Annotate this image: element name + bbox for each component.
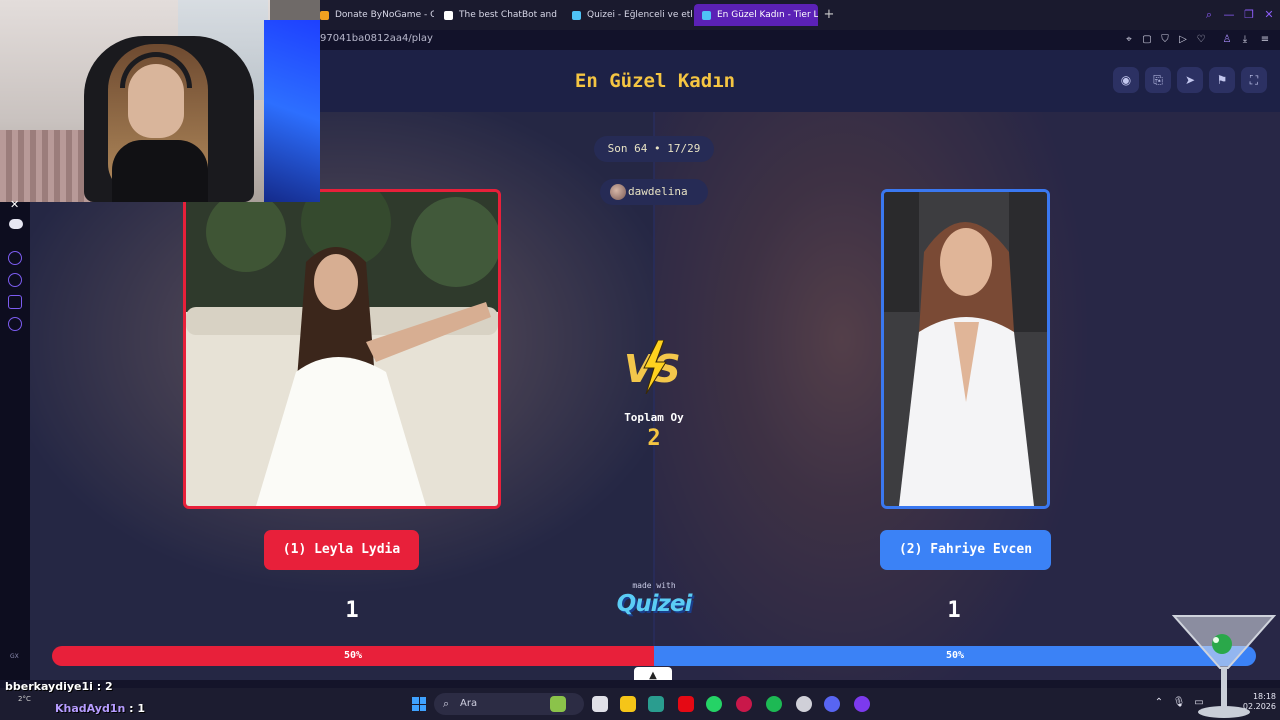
tab-label: En Güzel Kadın - Tier List, (717, 10, 818, 20)
tab-label: The best ChatBot and Wi (459, 10, 560, 20)
heart-icon[interactable]: ♡ (1194, 33, 1208, 47)
total-votes-label: Toplam Oy (624, 411, 684, 424)
martini-glass-icon (1172, 615, 1276, 718)
right-candidate-image[interactable] (881, 189, 1050, 509)
tab-label: Quizei - Eğlenceli ve etkile (587, 10, 692, 20)
quizei-favicon-icon (702, 10, 711, 20)
made-with-label: made with (632, 581, 676, 590)
vs-emblem-icon: VS (624, 340, 681, 394)
creator-avatar (610, 184, 626, 200)
creator-badge[interactable]: dawdelina (600, 179, 708, 205)
chat-line: bberkaydiye1i : 2 (5, 680, 113, 693)
player-sidebar-icon[interactable] (8, 251, 22, 265)
url-field[interactable]: 97041ba0812aa4/play (320, 33, 433, 44)
creator-name: dawdelina (628, 185, 688, 198)
whatsapp-icon[interactable] (706, 696, 722, 712)
browser-tab[interactable]: Quizei - Eğlenceli ve etkile (564, 4, 692, 26)
chat-value: : 2 (96, 680, 113, 693)
overlay-close-icon[interactable]: ✕ (10, 198, 19, 211)
chat-value: : 1 (129, 702, 146, 715)
scroll-up-button[interactable]: ▲ (634, 667, 672, 680)
settings-sidebar-icon[interactable] (8, 317, 22, 331)
vote-right-button[interactable]: (2) Fahriye Evcen (880, 530, 1051, 570)
store-icon[interactable] (648, 696, 664, 712)
eye-icon[interactable]: ◉ (1113, 67, 1139, 93)
new-tab-button[interactable]: + (822, 8, 836, 22)
left-share-fill: 50% (52, 646, 654, 666)
browser-tab-active[interactable]: En Güzel Kadın - Tier List, (694, 4, 818, 26)
search-placeholder: Ara (460, 698, 478, 709)
webcam-overlay (0, 0, 320, 202)
fullscreen-icon[interactable]: ⛶ (1241, 67, 1267, 93)
left-candidate-image[interactable] (183, 189, 501, 509)
right-share-fill: 50% (654, 646, 1256, 666)
bynogame-favicon-icon (320, 10, 329, 20)
send-icon[interactable]: ➤ (1177, 67, 1203, 93)
maximize-icon[interactable]: ❐ (1242, 8, 1256, 22)
total-votes-value: 2 (647, 426, 661, 451)
history-sidebar-icon[interactable] (8, 273, 22, 287)
player-icon[interactable]: ▷ (1176, 33, 1190, 47)
chat-user: bberkaydiye1i (5, 680, 93, 693)
close-window-icon[interactable]: ✕ (1262, 8, 1276, 22)
spotify-icon[interactable] (766, 696, 782, 712)
discord-icon[interactable] (9, 219, 23, 229)
screen: { "browser": { "tabs": [ {"label": "Dona… (0, 0, 1280, 720)
menu-icon[interactable]: ≡ (1258, 33, 1272, 47)
search-icon: ⌕ (443, 697, 450, 710)
quizei-favicon-icon (572, 10, 581, 20)
taskbar (0, 688, 1280, 720)
adblock-icon[interactable]: ⛉ (1158, 33, 1172, 47)
chatbot-favicon-icon (444, 10, 453, 20)
flag-icon[interactable]: ⚑ (1209, 67, 1235, 93)
webcam-blue-light (264, 20, 320, 202)
steam-icon[interactable] (796, 696, 812, 712)
start-button[interactable] (412, 697, 426, 711)
minimize-icon[interactable]: — (1222, 8, 1236, 22)
gx-corner-icon: GX (10, 653, 19, 660)
tray-chevron-icon[interactable]: ⌃ (1152, 697, 1166, 708)
weather-widget: 2°C (18, 695, 31, 703)
browser-tab[interactable]: Donate ByNoGame - Gele (312, 4, 434, 26)
round-indicator: Son 64 • 17/29 (594, 136, 714, 162)
file-explorer-icon[interactable] (620, 696, 636, 712)
browser-tab[interactable]: The best ChatBot and Wi (436, 4, 560, 26)
chat-line: KhadAyd1n : 1 (55, 702, 145, 715)
download-icon[interactable]: ⤓ (1238, 33, 1252, 47)
vote-share-bar: 50% 50% (52, 646, 1256, 666)
task-view-icon[interactable] (592, 696, 608, 712)
tab-label: Donate ByNoGame - Gele (335, 10, 434, 20)
search-tabs-icon[interactable]: ⌕ (1202, 8, 1216, 22)
discord-taskbar-icon[interactable] (824, 696, 840, 712)
left-photo (186, 192, 498, 506)
share-icon[interactable]: ⎘ (1145, 67, 1171, 93)
netflix-icon[interactable] (678, 696, 694, 712)
snapshot-icon[interactable]: ▢ (1140, 33, 1154, 47)
twitch-app-icon[interactable] (854, 696, 870, 712)
widget-app-icon[interactable] (550, 696, 566, 712)
profile-icon[interactable]: ♙ (1220, 33, 1234, 47)
browser-sidebar: GX (0, 195, 30, 680)
webcam-body (112, 140, 208, 202)
quizei-logo[interactable]: Quizei (30, 591, 1278, 617)
vote-left-button[interactable]: (1) Leyla Lydia (264, 530, 419, 570)
chat-user: KhadAyd1n (55, 702, 126, 715)
opera-gx-icon[interactable] (736, 696, 752, 712)
extensions-sidebar-icon[interactable] (8, 295, 22, 309)
pin-icon[interactable]: ⌖ (1122, 33, 1136, 47)
right-photo (884, 192, 1047, 506)
